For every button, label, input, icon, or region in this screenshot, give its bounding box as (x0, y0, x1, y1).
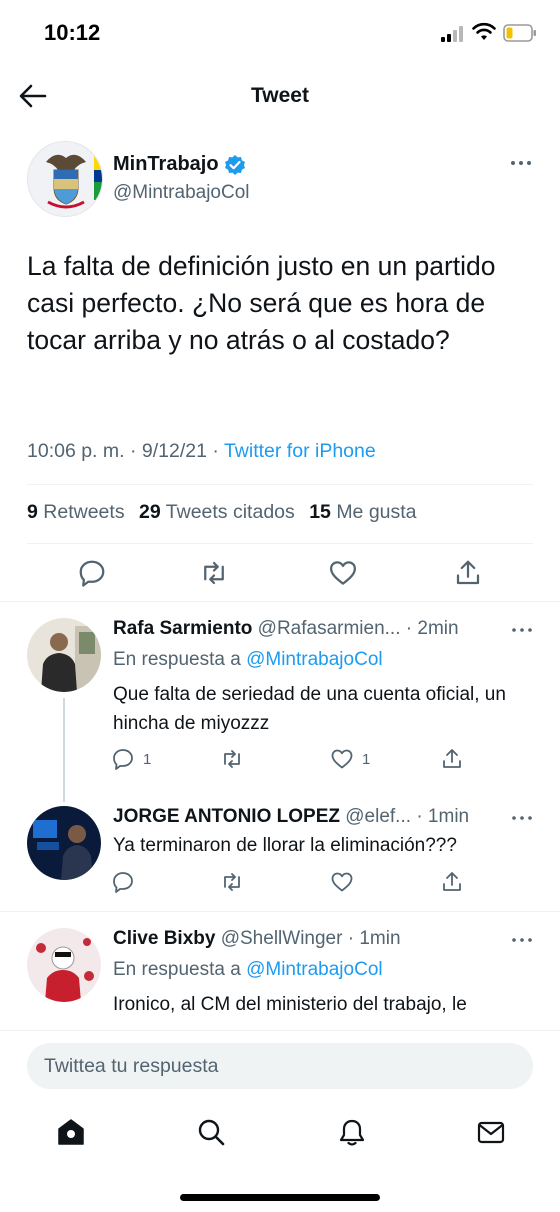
reply-to-prefix: En respuesta a (113, 959, 241, 980)
tweet-time: 10:06 p. m. (27, 440, 125, 462)
bell-icon[interactable] (337, 1117, 367, 1147)
reply-to-mention[interactable]: @MintrabajoCol (246, 959, 383, 980)
more-options-icon[interactable] (511, 812, 533, 824)
reply-context: En respuesta a @MintrabajoCol (113, 649, 383, 671)
reply-icon[interactable] (77, 558, 107, 588)
tweet-actions (0, 558, 560, 590)
avatar-photo (27, 928, 101, 1002)
avatar[interactable] (27, 806, 101, 880)
retweets-count: 9 (27, 501, 38, 523)
thread-connector (63, 698, 65, 802)
retweets-stat[interactable]: 9 Retweets (27, 501, 125, 523)
like-count: 1 (362, 750, 371, 768)
author-name-row[interactable]: MinTrabajo (113, 153, 246, 176)
quotes-label: Tweets citados (165, 501, 295, 523)
tweet-date: 9/12/21 (141, 440, 207, 462)
avatar-photo (27, 806, 101, 880)
reply-action[interactable] (111, 869, 143, 895)
like-heart-icon (331, 872, 353, 892)
reply-author-handle[interactable]: @elef... (345, 806, 411, 827)
divider (27, 484, 533, 485)
likes-stat[interactable]: 15 Me gusta (309, 501, 416, 523)
share-action[interactable] (440, 746, 464, 772)
reply-text: Ironico, al CM del ministerio del trabaj… (113, 994, 467, 1015)
divider (0, 601, 560, 602)
reply-author-handle[interactable]: @ShellWinger (221, 928, 343, 949)
wifi-icon (472, 22, 496, 40)
reply-composer-bar: Twittea tu respuesta (0, 1030, 560, 1212)
mail-icon[interactable] (476, 1117, 506, 1147)
nav-header: Tweet (0, 68, 560, 124)
more-options-icon[interactable] (511, 934, 533, 946)
retweet-action[interactable] (220, 746, 252, 772)
retweet-icon[interactable] (199, 558, 229, 588)
meta-separator: · (212, 440, 219, 462)
reply-action[interactable]: 1 (111, 746, 151, 772)
home-icon[interactable] (56, 1117, 86, 1147)
retweet-icon (224, 750, 240, 768)
retweet-action[interactable] (220, 869, 252, 895)
tweet-meta: 10:06 p. m. · 9/12/21 · Twitter for iPho… (27, 440, 376, 463)
verified-badge-icon (224, 154, 245, 175)
share-icon[interactable] (453, 558, 483, 588)
cellular-signal-icon (441, 26, 463, 42)
avatar[interactable] (27, 928, 101, 1002)
more-options-icon[interactable] (509, 155, 533, 171)
reply-to-prefix: En respuesta a (113, 649, 241, 670)
page-title: Tweet (251, 84, 309, 107)
reply-age: · 2min (405, 618, 459, 639)
likes-label: Me gusta (336, 501, 417, 523)
like-action[interactable] (330, 869, 362, 895)
reply-age: · 1min (347, 928, 401, 949)
reply-header: JORGE ANTONIO LOPEZ @elef... · 1min (113, 806, 469, 828)
avatar-photo (27, 618, 101, 692)
reply-author-name[interactable]: Clive Bixby (113, 928, 215, 949)
share-icon (443, 872, 461, 891)
share-icon (443, 749, 461, 768)
like-heart-icon[interactable] (328, 558, 358, 588)
battery-icon (503, 24, 536, 42)
reply-text: Que falta de seriedad de una cuenta ofic… (113, 684, 506, 734)
reply-text: Ya terminaron de llorar la eliminación??… (113, 835, 457, 856)
divider (27, 543, 533, 544)
avatar[interactable] (27, 141, 103, 217)
likes-count: 15 (309, 501, 331, 523)
meta-separator: · (129, 440, 137, 462)
tweet-text: La falta de definición justo en un parti… (27, 251, 496, 355)
author-name[interactable]: MinTrabajo (113, 153, 219, 176)
share-action[interactable] (440, 869, 464, 895)
divider (0, 911, 560, 912)
reply-count: 1 (143, 750, 152, 768)
stats-row: 9 Retweets 29 Tweets citados 15 Me gusta (27, 501, 426, 524)
status-time: 10:12 (44, 20, 101, 45)
reply-author-name[interactable]: JORGE ANTONIO LOPEZ (113, 806, 340, 827)
reply-context: En respuesta a @MintrabajoCol (113, 959, 383, 981)
search-icon[interactable] (196, 1117, 226, 1147)
quotes-count: 29 (139, 501, 161, 523)
avatar[interactable] (27, 618, 101, 692)
coat-of-arms-logo (46, 154, 102, 209)
more-options-icon[interactable] (511, 624, 533, 636)
tweet-source-link[interactable]: Twitter for iPhone (224, 440, 376, 462)
reply-author-handle[interactable]: @Rafasarmien... (258, 618, 401, 639)
home-indicator[interactable] (180, 1194, 380, 1201)
reply-age: · 1min (416, 806, 470, 827)
retweet-icon (224, 873, 240, 891)
reply-header: Rafa Sarmiento @Rafasarmien... · 2min (113, 618, 459, 640)
reply-input[interactable]: Twittea tu respuesta (27, 1043, 533, 1089)
reply-to-mention[interactable]: @MintrabajoCol (246, 649, 383, 670)
retweets-label: Retweets (43, 501, 125, 523)
quotes-stat[interactable]: 29 Tweets citados (139, 501, 295, 523)
author-handle[interactable]: @MintrabajoCol (113, 182, 250, 204)
like-heart-icon (331, 749, 353, 769)
reply-icon (113, 749, 133, 770)
like-action[interactable]: 1 (330, 746, 370, 772)
reply-header: Clive Bixby @ShellWinger · 1min (113, 928, 401, 950)
reply-icon (113, 872, 133, 893)
status-bar: 10:12 (0, 0, 560, 68)
reply-author-name[interactable]: Rafa Sarmiento (113, 618, 252, 639)
